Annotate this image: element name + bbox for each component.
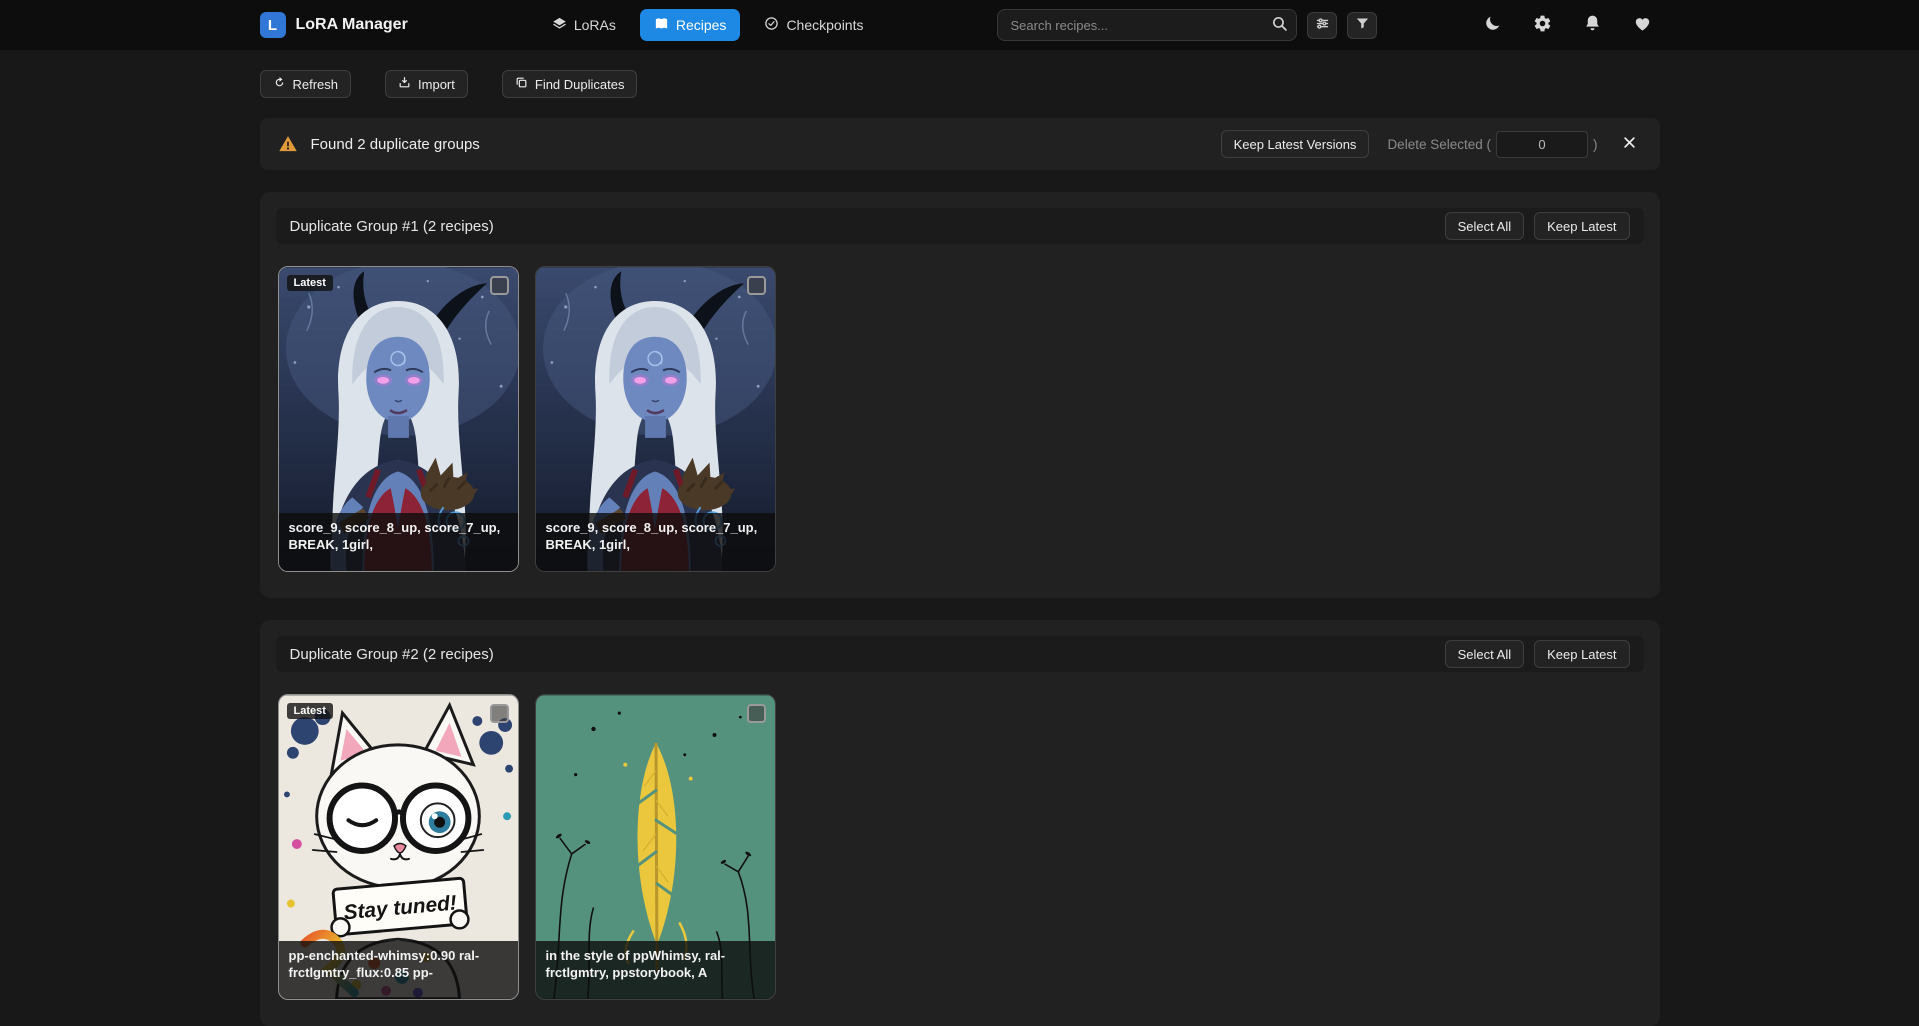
copy-icon (515, 76, 528, 92)
search-area (997, 9, 1377, 41)
settings-button[interactable] (1526, 8, 1560, 42)
funnel-icon (1355, 16, 1370, 34)
keep-latest-label: Keep Latest (1547, 647, 1616, 662)
tab-label: Checkpoints (786, 17, 863, 33)
duplicate-group-1: Duplicate Group #1 (2 recipes) Select Al… (260, 192, 1660, 598)
duplicate-group-2: Duplicate Group #2 (2 recipes) Select Al… (260, 620, 1660, 1026)
group-title: Duplicate Group #1 (2 recipes) (290, 218, 494, 235)
recipe-card[interactable]: Latest score_9, score_8_up, score_7_up, … (278, 266, 519, 572)
sort-options-button[interactable] (1307, 12, 1337, 39)
select-all-button[interactable]: Select All (1445, 640, 1524, 668)
keep-latest-versions-button[interactable]: Keep Latest Versions (1221, 130, 1370, 158)
tab-loras[interactable]: LoRAs (538, 9, 630, 41)
recipe-card[interactable]: in the style of ppWhimsy, ral-frctlgmtry… (535, 694, 776, 1000)
moon-icon (1483, 14, 1502, 36)
tab-label: Recipes (676, 17, 727, 33)
theme-toggle-button[interactable] (1476, 8, 1510, 42)
keep-latest-versions-label: Keep Latest Versions (1234, 137, 1357, 152)
card-select-checkbox[interactable] (490, 276, 509, 295)
nav-tabs: LoRAs Recipes Checkpoints (538, 9, 878, 41)
group-header: Duplicate Group #1 (2 recipes) Select Al… (276, 208, 1644, 244)
card-select-checkbox[interactable] (747, 704, 766, 723)
banner-message: Found 2 duplicate groups (311, 136, 480, 153)
nav-actions (1476, 8, 1660, 42)
delete-selected-suffix: ) (1593, 137, 1598, 152)
card-select-checkbox[interactable] (747, 276, 766, 295)
import-icon (398, 76, 411, 92)
latest-badge: Latest (287, 703, 333, 719)
card-row: Stay tuned! Latest pp-enchanted-whimsy:0… (276, 694, 1644, 1000)
filter-button[interactable] (1347, 12, 1377, 39)
delete-selected-prefix: Delete Selected ( (1387, 137, 1491, 152)
heart-icon (1633, 14, 1652, 36)
navbar: L LoRA Manager LoRAs Recipes Checkpoint (0, 0, 1919, 50)
select-all-label: Select All (1458, 647, 1511, 662)
keep-latest-label: Keep Latest (1547, 219, 1616, 234)
select-all-button[interactable]: Select All (1445, 212, 1524, 240)
close-icon (1622, 135, 1637, 153)
find-duplicates-label: Find Duplicates (535, 77, 625, 92)
select-all-label: Select All (1458, 219, 1511, 234)
toolbar: Refresh Import Find Duplicates (260, 70, 1660, 98)
latest-badge: Latest (287, 275, 333, 291)
recipe-card[interactable]: Stay tuned! Latest pp-enchanted-whimsy:0… (278, 694, 519, 1000)
warning-icon (278, 134, 298, 154)
tab-checkpoints[interactable]: Checkpoints (750, 9, 877, 41)
delete-count-input[interactable] (1496, 131, 1588, 158)
refresh-button[interactable]: Refresh (260, 70, 352, 98)
search-icon (1271, 20, 1288, 35)
app-logo-letter: L (268, 17, 277, 34)
card-caption: in the style of ppWhimsy, ral-frctlgmtry… (536, 941, 775, 999)
group-header: Duplicate Group #2 (2 recipes) Select Al… (276, 636, 1644, 672)
refresh-icon (273, 76, 286, 92)
notifications-button[interactable] (1576, 8, 1610, 42)
import-button[interactable]: Import (385, 70, 468, 98)
gear-icon (1533, 14, 1552, 36)
tab-label: LoRAs (574, 17, 616, 33)
card-caption: score_9, score_8_up, score_7_up, BREAK, … (279, 513, 518, 571)
sliders-icon (1315, 16, 1330, 34)
layers-icon (552, 16, 567, 34)
import-label: Import (418, 77, 455, 92)
find-duplicates-button[interactable]: Find Duplicates (502, 70, 638, 98)
bell-icon (1583, 14, 1602, 36)
search-button[interactable] (1267, 14, 1291, 36)
app-logo: L (260, 12, 286, 38)
delete-selected-control: Delete Selected ( ) (1387, 131, 1597, 158)
card-select-checkbox[interactable] (490, 704, 509, 723)
keep-latest-button[interactable]: Keep Latest (1534, 212, 1629, 240)
card-caption: pp-enchanted-whimsy:0.90 ral-frctlgmtry_… (279, 941, 518, 999)
banner-close-button[interactable] (1618, 132, 1642, 156)
checkpoint-icon (764, 16, 779, 34)
support-button[interactable] (1626, 8, 1660, 42)
card-row: Latest score_9, score_8_up, score_7_up, … (276, 266, 1644, 572)
refresh-label: Refresh (293, 77, 339, 92)
tab-recipes[interactable]: Recipes (640, 9, 741, 41)
duplicates-banner: Found 2 duplicate groups Keep Latest Ver… (260, 118, 1660, 170)
book-icon (654, 16, 669, 34)
search-input[interactable] (997, 9, 1297, 41)
keep-latest-button[interactable]: Keep Latest (1534, 640, 1629, 668)
app-title: LoRA Manager (296, 16, 408, 34)
recipe-card[interactable]: score_9, score_8_up, score_7_up, BREAK, … (535, 266, 776, 572)
group-title: Duplicate Group #2 (2 recipes) (290, 646, 494, 663)
card-caption: score_9, score_8_up, score_7_up, BREAK, … (536, 513, 775, 571)
